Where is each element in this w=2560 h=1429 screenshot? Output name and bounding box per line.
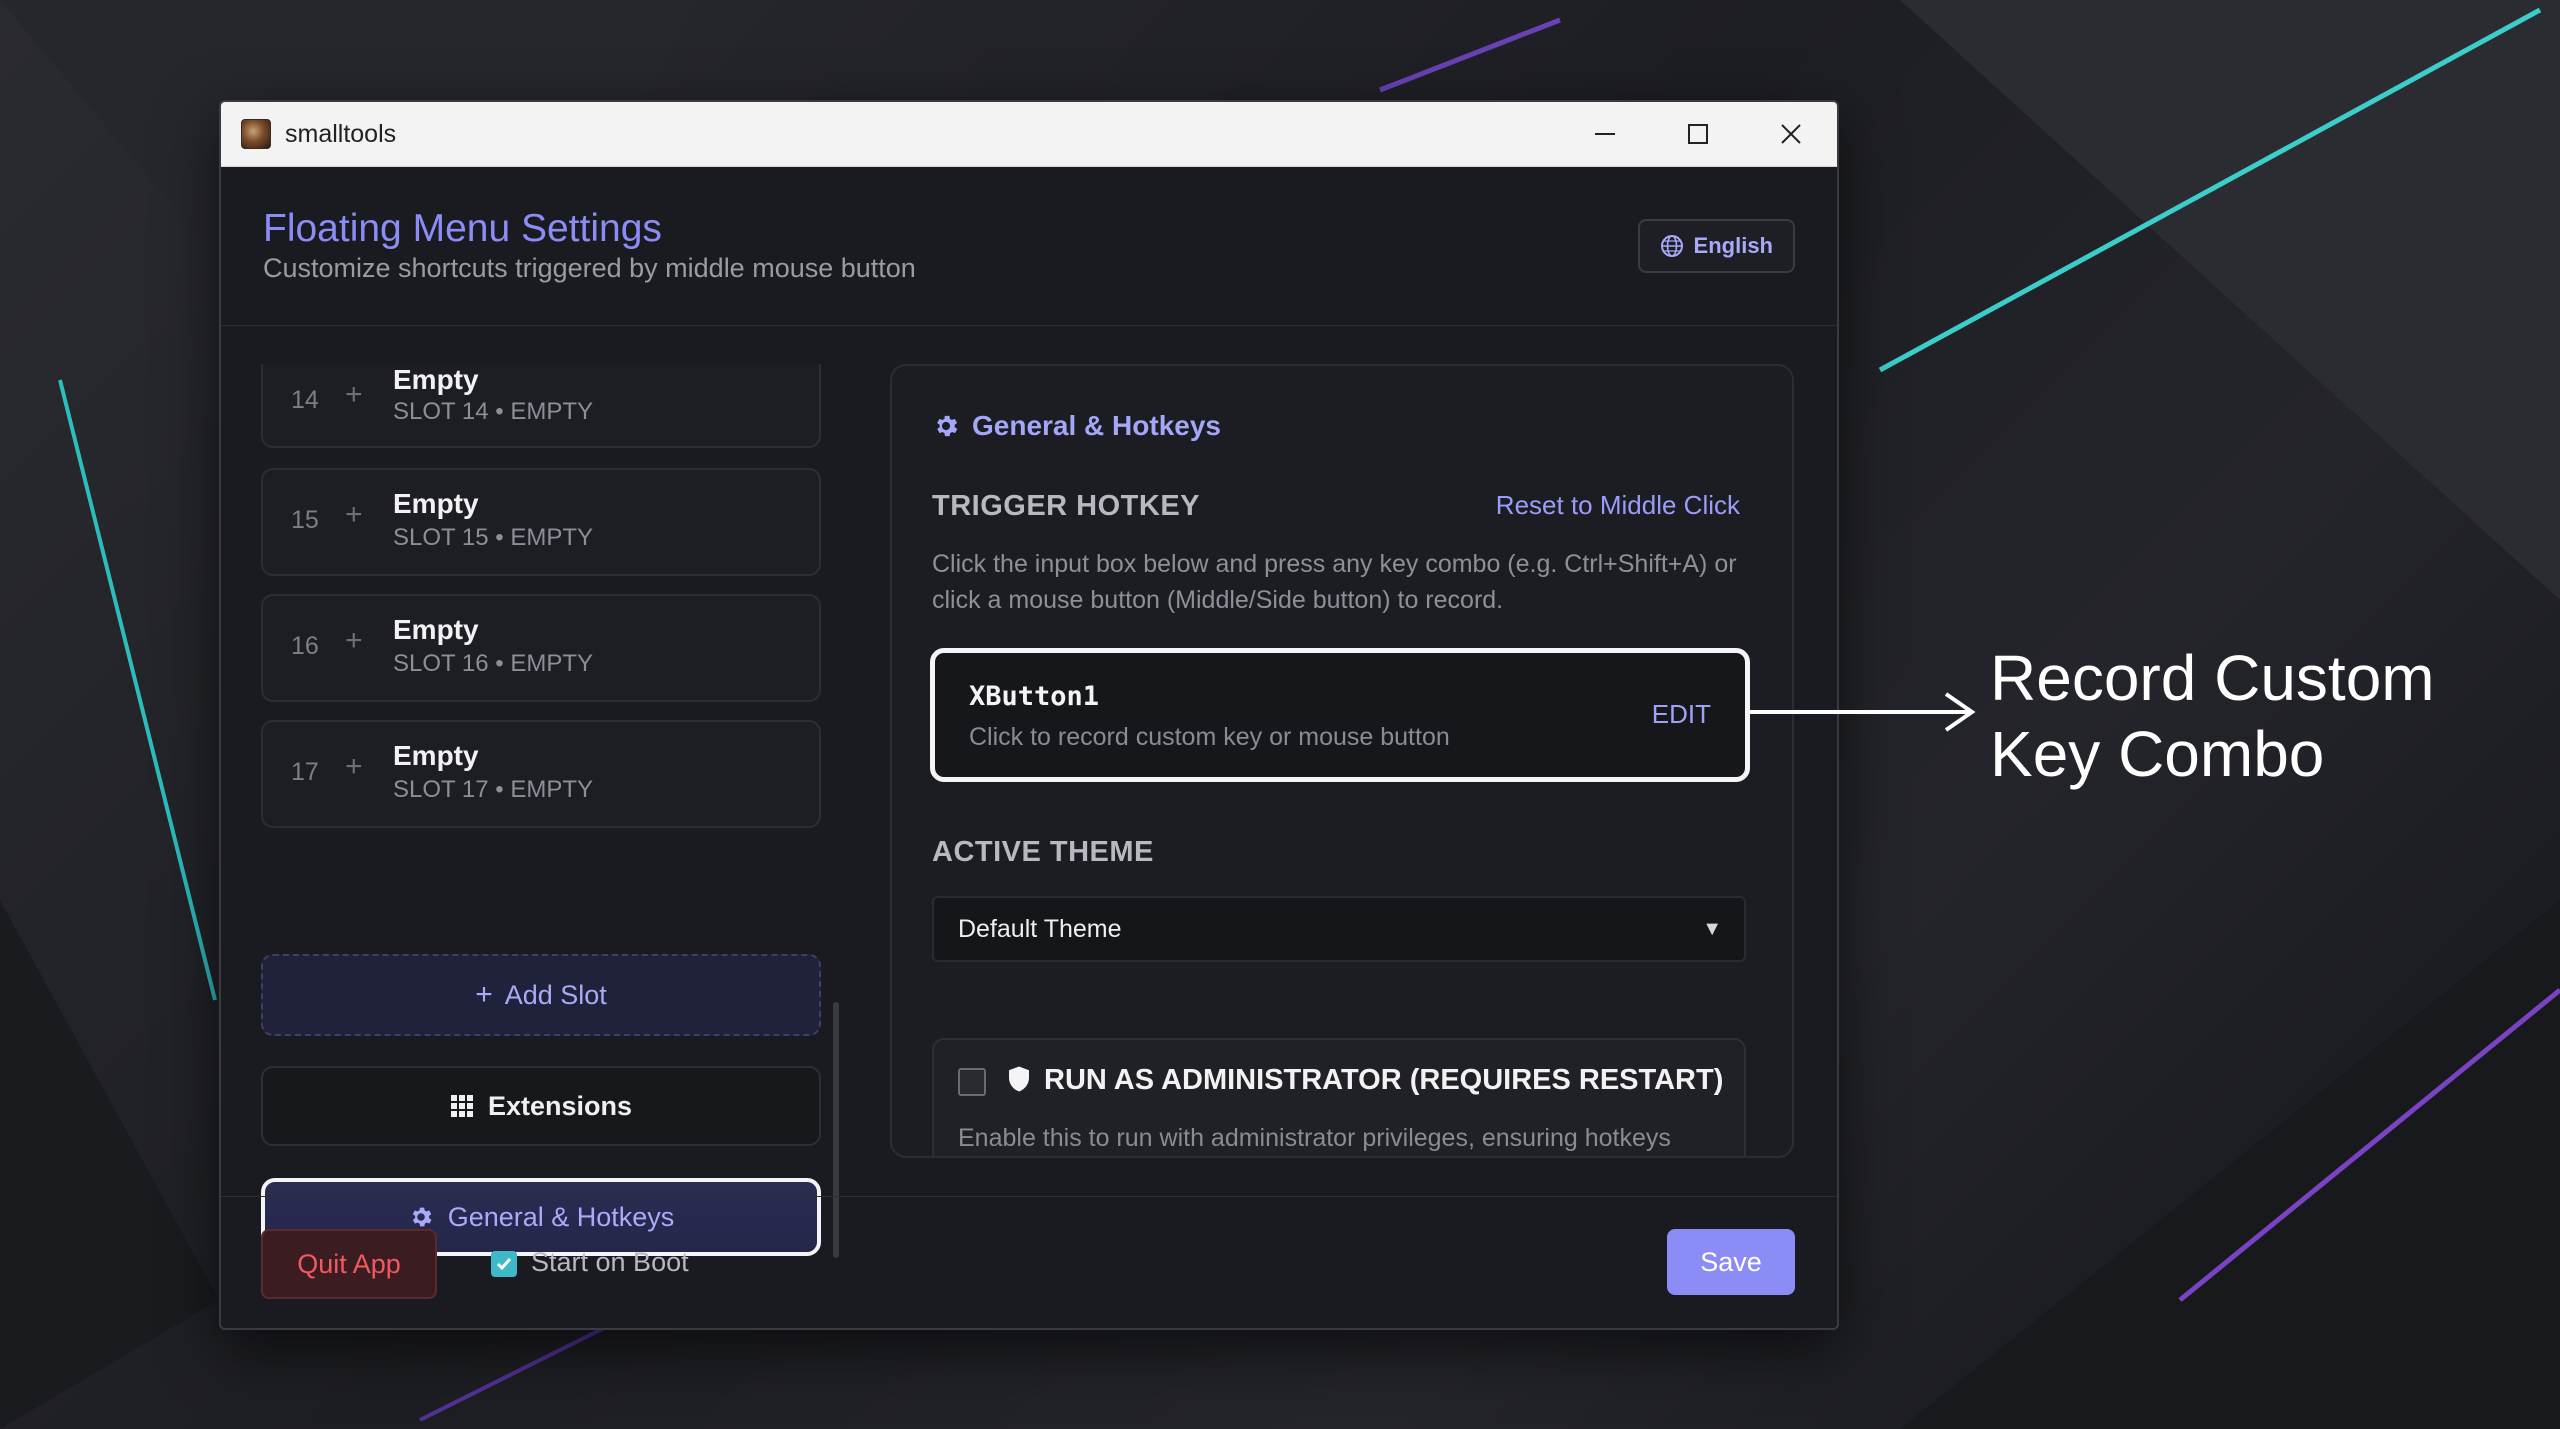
slot-number: 16: [291, 632, 319, 660]
page-subtitle: Customize shortcuts triggered by middle …: [263, 253, 916, 283]
active-theme-label: ACTIVE THEME: [932, 836, 1154, 868]
language-label: English: [1693, 233, 1773, 258]
admin-option: RUN AS ADMINISTRATOR (REQUIRES RESTART) …: [932, 1038, 1746, 1156]
checkmark-icon: [496, 1258, 512, 1271]
admin-description: Enable this to run with administrator pr…: [958, 1124, 1671, 1152]
slot-list: 14 + Empty SLOT 14 • EMPTY 15 + Empty SL…: [261, 364, 821, 1264]
slot-subtitle: SLOT 14 • EMPTY: [393, 398, 594, 425]
hotkey-edit-button[interactable]: EDIT: [1652, 699, 1711, 730]
theme-value: Default Theme: [958, 914, 1122, 943]
trigger-hotkey-label: TRIGGER HOTKEY: [932, 490, 1201, 522]
footer: Quit App Start on Boot Save: [221, 1196, 1837, 1328]
extensions-button[interactable]: Extensions: [261, 1066, 821, 1146]
app-title: smalltools: [285, 119, 397, 148]
slot-name: Empty: [393, 614, 479, 645]
slot-subtitle: SLOT 16 • EMPTY: [393, 650, 594, 677]
maximize-icon: [1687, 124, 1708, 144]
slot-item[interactable]: 15 + Empty SLOT 15 • EMPTY: [261, 468, 821, 576]
hotkey-record-input[interactable]: XButton1 Click to record custom key or m…: [930, 648, 1750, 782]
grid-icon: [450, 1095, 473, 1117]
add-slot-button[interactable]: + Add Slot: [261, 954, 821, 1036]
slot-name: Empty: [393, 488, 479, 519]
slot-number: 14: [291, 386, 319, 414]
save-button[interactable]: Save: [1667, 1229, 1795, 1295]
slot-item[interactable]: 16 + Empty SLOT 16 • EMPTY: [261, 594, 821, 702]
admin-label: RUN AS ADMINISTRATOR (REQUIRES RESTART): [1044, 1064, 1724, 1096]
panel-title-label: General & Hotkeys: [972, 410, 1221, 441]
hotkey-hint: Click to record custom key or mouse butt…: [969, 723, 1450, 751]
plus-icon: +: [345, 378, 363, 411]
hotkey-value: XButton1: [969, 681, 1100, 712]
shield-icon: [1009, 1066, 1029, 1092]
language-button[interactable]: English: [1637, 219, 1795, 273]
add-slot-label: Add Slot: [504, 979, 607, 1010]
app-icon: [241, 119, 271, 149]
admin-checkbox[interactable]: [958, 1068, 986, 1096]
title-bar[interactable]: smalltools: [221, 102, 1837, 167]
close-button[interactable]: [1744, 102, 1837, 166]
panel-title: General & Hotkeys: [932, 410, 1221, 442]
settings-panel: General & Hotkeys TRIGGER HOTKEY Reset t…: [890, 364, 1794, 1158]
slot-number: 17: [291, 758, 319, 786]
plus-icon: +: [345, 750, 363, 783]
slot-item[interactable]: 17 + Empty SLOT 17 • EMPTY: [261, 720, 821, 828]
slot-name: Empty: [393, 364, 479, 395]
trigger-help-text: Click the input box below and press any …: [932, 550, 1737, 614]
close-icon: [1780, 124, 1801, 144]
start-on-boot-label[interactable]: Start on Boot: [531, 1247, 689, 1278]
plus-icon: +: [475, 978, 493, 1011]
extensions-label: Extensions: [487, 1090, 633, 1121]
slot-subtitle: SLOT 15 • EMPTY: [393, 524, 594, 551]
slot-subtitle: SLOT 17 • EMPTY: [393, 776, 594, 803]
gear-icon: [937, 415, 958, 437]
slot-number: 15: [291, 506, 319, 534]
quit-app-button[interactable]: Quit App: [261, 1229, 437, 1299]
callout-arrow: [1750, 692, 1976, 732]
start-on-boot-checkbox[interactable]: [491, 1251, 517, 1277]
slot-name: Empty: [393, 740, 479, 771]
plus-icon: +: [345, 624, 363, 657]
slot-item[interactable]: 14 + Empty SLOT 14 • EMPTY: [261, 364, 821, 448]
callout-text: Record Custom Key Combo: [1990, 642, 2435, 790]
minimize-icon: [1594, 133, 1615, 135]
minimize-button[interactable]: [1558, 102, 1651, 166]
dropdown-arrow-icon: ▼: [1702, 917, 1722, 940]
maximize-button[interactable]: [1651, 102, 1744, 166]
settings-header: Floating Menu Settings Customize shortcu…: [221, 167, 1837, 326]
window-controls: [1558, 102, 1837, 166]
app-window: smalltools Floating Menu Settings Custom…: [219, 100, 1839, 1330]
globe-icon: [1660, 235, 1683, 257]
reset-middle-click-link[interactable]: Reset to Middle Click: [1496, 490, 1740, 521]
theme-select[interactable]: Default Theme ▼: [932, 896, 1746, 962]
page-title: Floating Menu Settings: [263, 207, 662, 250]
plus-icon: +: [345, 498, 363, 531]
